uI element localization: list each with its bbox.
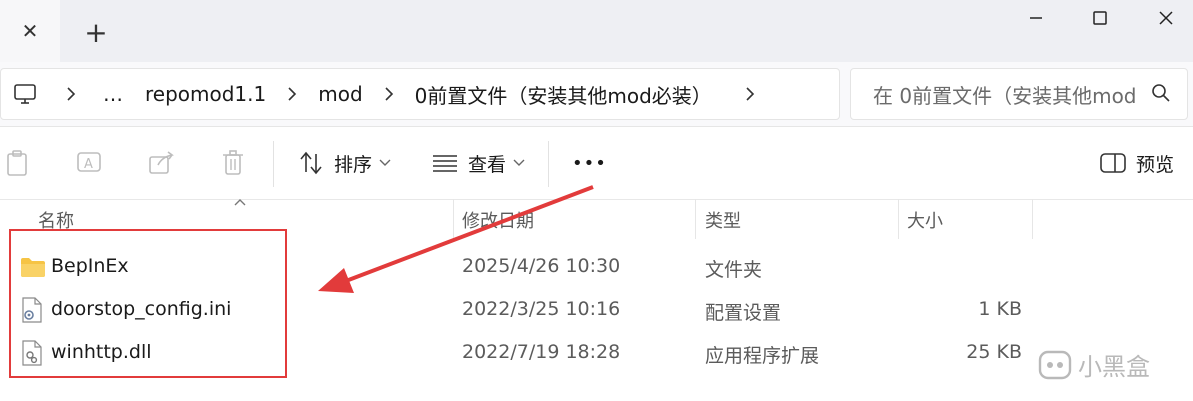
watermark-text: 小黑盒 [1078, 353, 1150, 381]
annotation-arrow-icon [318, 185, 594, 293]
watermark: 小黑盒 [1038, 347, 1150, 382]
watermark-logo-icon [1038, 350, 1072, 379]
